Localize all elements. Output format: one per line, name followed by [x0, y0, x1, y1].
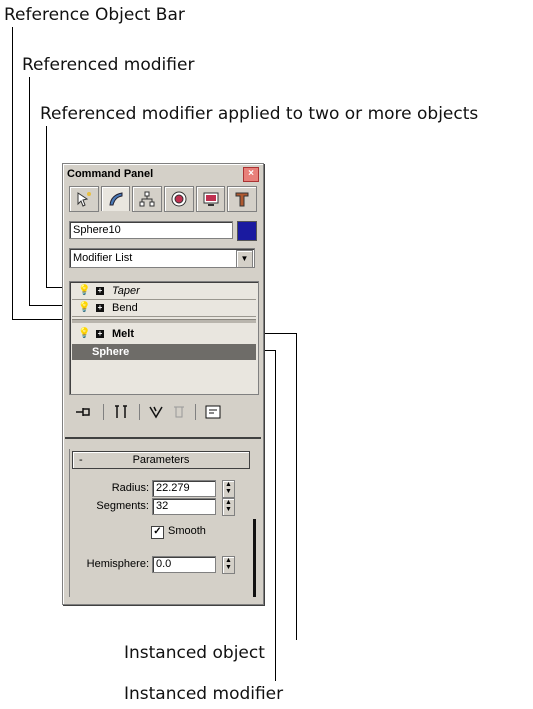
callout-reference-object-bar: Reference Object Bar — [4, 5, 185, 25]
smooth-checkbox[interactable]: ✓ — [151, 526, 164, 539]
leader-instanced-object — [296, 333, 297, 640]
lightbulb-icon[interactable]: 💡 — [78, 327, 90, 341]
stack-separator — [72, 299, 256, 300]
create-icon[interactable] — [69, 186, 99, 212]
stack-item-melt[interactable]: 💡 + Melt — [72, 327, 256, 341]
expand-icon[interactable]: + — [96, 287, 104, 295]
hemisphere-label: Hemisphere: — [86, 558, 149, 570]
modifier-list-dropdown[interactable]: Modifier List ▼ — [69, 248, 255, 268]
leader-instanced-modifier — [275, 350, 276, 681]
object-color-swatch[interactable] — [237, 221, 257, 241]
hemisphere-spinner[interactable]: ▲ ▼ — [222, 556, 235, 574]
callout-referenced-modifier: Referenced modifier — [22, 55, 195, 75]
expand-icon[interactable]: + — [96, 330, 104, 338]
segments-input[interactable]: 32 — [152, 498, 216, 515]
parameters-rollout: - Parameters Radius: 22.279 ▲ ▼ Segments:… — [69, 449, 256, 599]
callout-instanced-object: Instanced object — [124, 643, 265, 663]
stack-toolbar — [69, 400, 257, 424]
expand-icon[interactable]: + — [96, 304, 104, 312]
remove-modifier-icon[interactable] — [167, 402, 191, 422]
stack-item-taper[interactable]: 💡 + Taper — [72, 284, 256, 298]
callout-referenced-modifier-multi: Referenced modifier applied to two or mo… — [40, 104, 479, 124]
toolbar-divider — [139, 404, 140, 420]
stack-item-sphere[interactable]: Sphere — [72, 344, 256, 360]
chevron-down-icon[interactable]: ▼ — [236, 250, 253, 268]
stack-separator — [72, 316, 256, 317]
command-panel-title: Command Panel — [67, 168, 154, 180]
stack-item-label: Melt — [112, 328, 134, 340]
radius-spinner[interactable]: ▲ ▼ — [222, 480, 235, 498]
command-panel-tabs — [69, 186, 258, 212]
rollout-scrollbar[interactable] — [253, 519, 256, 597]
hemisphere-input[interactable]: 0.0 — [152, 556, 216, 573]
stack-item-label: Bend — [112, 302, 138, 314]
radius-label: Radius: — [111, 482, 149, 494]
display-icon[interactable] — [195, 186, 226, 212]
close-icon[interactable]: × — [243, 167, 259, 182]
modifier-list-label: Modifier List — [73, 252, 133, 264]
panel-divider — [65, 437, 261, 439]
rollout-frame — [69, 449, 253, 597]
radius-input[interactable]: 22.279 — [152, 480, 216, 497]
configure-modifier-sets-icon[interactable] — [201, 402, 225, 422]
lightbulb-icon[interactable]: 💡 — [78, 301, 90, 315]
toolbar-divider — [103, 404, 104, 420]
make-unique-icon[interactable] — [145, 402, 169, 422]
modifier-stack: 💡 + Taper 💡 + Bend 💡 + Melt Sphere — [69, 281, 259, 395]
smooth-label: Smooth — [168, 525, 206, 537]
lightbulb-icon[interactable]: 💡 — [78, 284, 90, 298]
command-panel: Command Panel × Sphere10 Modifier List ▼… — [62, 163, 264, 605]
leader-reference-object-bar — [12, 27, 13, 320]
object-name-input[interactable]: Sphere10 — [69, 221, 233, 239]
leader-referenced-modifier-multi — [46, 126, 47, 288]
stack-item-label: Sphere — [92, 346, 130, 358]
stack-item-bend[interactable]: 💡 + Bend — [72, 301, 256, 315]
parameters-title: Parameters — [132, 454, 190, 466]
callout-instanced-modifier: Instanced modifier — [124, 684, 284, 704]
motion-icon[interactable] — [164, 186, 194, 212]
toolbar-divider — [195, 404, 196, 420]
pin-stack-icon[interactable] — [73, 402, 97, 422]
show-end-result-icon[interactable] — [109, 402, 133, 422]
hierarchy-icon[interactable] — [132, 186, 163, 212]
reference-object-bar[interactable] — [72, 319, 256, 323]
parameters-rollout-header[interactable]: - Parameters — [72, 451, 250, 469]
command-panel-titlebar: Command Panel × — [65, 166, 261, 182]
modify-icon[interactable] — [100, 186, 131, 211]
segments-label: Segments: — [96, 500, 149, 512]
segments-spinner[interactable]: ▲ ▼ — [222, 498, 235, 516]
utilities-icon[interactable] — [227, 186, 258, 212]
leader-referenced-modifier — [29, 77, 30, 305]
stack-item-label: Taper — [112, 285, 140, 297]
